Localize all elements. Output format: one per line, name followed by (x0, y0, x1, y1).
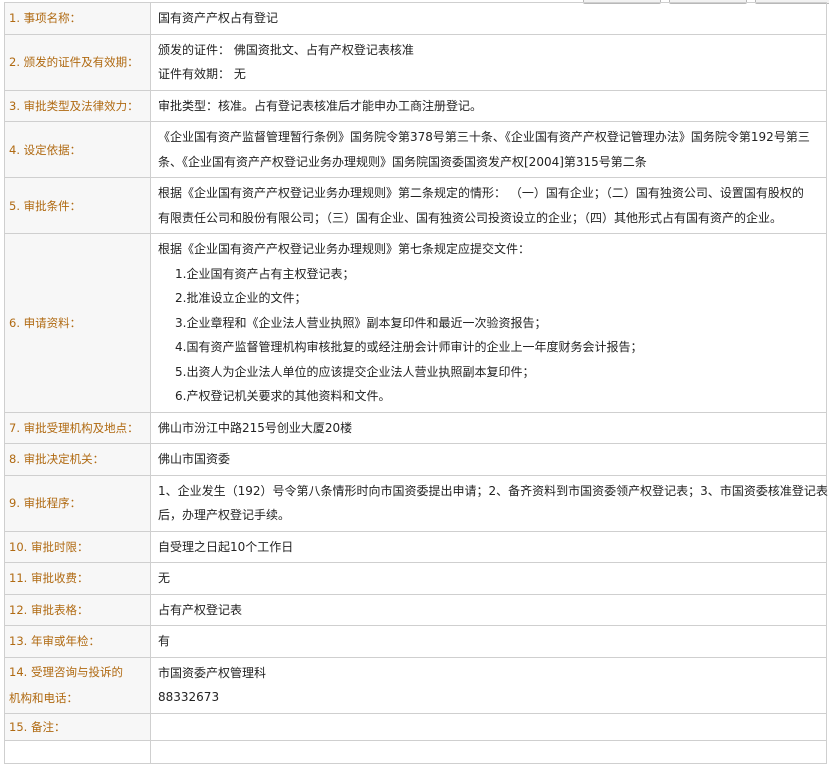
table-row: 15. 备注： (4, 712, 827, 741)
row-label: 10. 审批时限： (4, 530, 151, 563)
row-label: 5. 审批条件： (4, 177, 151, 234)
table-row: 12. 审批表格： 占有产权登记表 (4, 593, 827, 626)
row-label: 6. 申请资料： (4, 233, 151, 413)
document-item: 6.产权登记机关要求的其他资料和文件。 (175, 389, 391, 403)
table-row: 1. 事项名称： 国有资产产权占有登记 (4, 2, 827, 35)
document-item: 5.出资人为企业法人单位的应该提交企业法人营业执照副本复印件； (175, 364, 535, 379)
row-value (150, 712, 827, 741)
row-label: 9. 审批程序： (4, 474, 151, 532)
row-value: 占有产权登记表 (150, 593, 827, 626)
row-value: 有 (150, 625, 827, 658)
row-value: 自受理之日起10个工作日 (150, 530, 827, 563)
value-line: 自受理之日起10个工作日 (158, 539, 294, 554)
table-row: 8. 审批决定机关： 佛山市国资委 (4, 443, 827, 476)
table-row: 5. 审批条件： 根据《企业国有资产产权登记业务办理规则》第二条规定的情形： （… (4, 177, 827, 234)
value-line: 有 (158, 634, 171, 648)
document-item: 3.企业章程和《企业法人营业执照》副本复印件和最近一次验资报告； (175, 315, 547, 330)
row-value: 《企业国有资产监督管理暂行条例》国务院令第378号第三十条、《企业国有资产产权登… (150, 121, 827, 178)
value-line: 佛山市汾江中路215号创业大厦20楼 (158, 420, 353, 435)
row-label: 2. 颁发的证件及有效期： (4, 33, 151, 91)
row-label: 12. 审批表格： (4, 593, 151, 626)
empty-cell (4, 739, 151, 764)
table-row: 4. 设定依据： 《企业国有资产监督管理暂行条例》国务院令第378号第三十条、《… (4, 121, 827, 178)
label-line: 14. 受理咨询与投诉的 (9, 665, 123, 679)
table-row: 14. 受理咨询与投诉的 机构和电话： 市国资委产权管理科 88332673 (4, 656, 827, 714)
row-label: 14. 受理咨询与投诉的 机构和电话： (4, 656, 151, 714)
value-line: 国有资产产权占有登记 (158, 11, 279, 25)
table-row: 10. 审批时限： 自受理之日起10个工作日 (4, 530, 827, 563)
row-label: 11. 审批收费： (4, 562, 151, 595)
row-label: 3. 审批类型及法律效力： (4, 89, 151, 122)
value-line: 条、《企业国有资产产权登记业务办理规则》国务院国资委国资发产权[2004]第31… (158, 154, 647, 169)
row-value: 市国资委产权管理科 88332673 (150, 656, 827, 714)
row-label: 7. 审批受理机构及地点： (4, 411, 151, 444)
row-label: 4. 设定依据： (4, 121, 151, 178)
approval-info-table: 1. 事项名称： 国有资产产权占有登记 2. 颁发的证件及有效期： 颁发的证件：… (4, 2, 828, 764)
row-label: 1. 事项名称： (4, 2, 151, 35)
table-row: 6. 申请资料： 根据《企业国有资产产权登记业务办理规则》第七条规定应提交文件：… (4, 233, 827, 413)
row-value: 审批类型：核准。占有登记表核准后才能申办工商注册登记。 (150, 89, 827, 122)
value-line: 颁发的证件： 佛国资批文、占有产权登记表核准 (158, 42, 414, 57)
row-value: 根据《企业国有资产产权登记业务办理规则》第七条规定应提交文件： 1.企业国有资产… (150, 233, 827, 413)
document-item: 4.国有资产监督管理机构审核批复的或经注册会计师审计的企业上一年度财务会计报告； (175, 340, 643, 354)
row-label: 13. 年审或年检： (4, 625, 151, 658)
table-row: 3. 审批类型及法律效力： 审批类型：核准。占有登记表核准后才能申办工商注册登记… (4, 89, 827, 122)
table-row: 7. 审批受理机构及地点： 佛山市汾江中路215号创业大厦20楼 (4, 411, 827, 444)
row-value: 国有资产产权占有登记 (150, 2, 827, 35)
label-line: 机构和电话： (9, 691, 78, 705)
value-line: 审批类型：核准。占有登记表核准后才能申办工商注册登记。 (158, 98, 483, 113)
empty-cell (150, 739, 827, 764)
row-label: 8. 审批决定机关： (4, 443, 151, 476)
table-row: 9. 审批程序： 1、企业发生（192）号令第八条情形时向市国资委提出申请；2、… (4, 474, 828, 532)
value-line: 1、企业发生（192）号令第八条情形时向市国资委提出申请；2、备齐资料到市国资委… (158, 483, 828, 498)
value-line: 市国资委产权管理科 (158, 665, 267, 680)
table-row-empty (4, 739, 827, 764)
row-value: 1、企业发生（192）号令第八条情形时向市国资委提出申请；2、备齐资料到市国资委… (150, 474, 828, 532)
table-row: 13. 年审或年检： 有 (4, 625, 827, 658)
row-value: 佛山市汾江中路215号创业大厦20楼 (150, 411, 827, 444)
row-label: 15. 备注： (4, 712, 151, 741)
row-value: 颁发的证件： 佛国资批文、占有产权登记表核准 证件有效期： 无 (150, 33, 827, 91)
value-line: 佛山市国资委 (158, 452, 231, 466)
value-line: 占有产权登记表 (158, 602, 243, 617)
row-value: 佛山市国资委 (150, 443, 827, 476)
value-line: 《企业国有资产监督管理暂行条例》国务院令第378号第三十条、《企业国有资产产权登… (158, 130, 810, 144)
phone-number: 88332673 (158, 690, 220, 704)
value-line: 无 (158, 571, 171, 585)
row-value: 根据《企业国有资产产权登记业务办理规则》第二条规定的情形： （一）国有企业；（二… (150, 177, 827, 234)
table-row: 11. 审批收费： 无 (4, 562, 827, 595)
document-item: 2.批准设立企业的文件； (175, 291, 307, 305)
value-line: 根据《企业国有资产产权登记业务办理规则》第七条规定应提交文件： (158, 242, 531, 256)
value-line: 有限责任公司和股份有限公司；（三）国有企业、国有独资公司投资设立的企业；（四）其… (158, 210, 783, 225)
document-item: 1.企业国有资产占有主权登记表； (175, 266, 355, 281)
value-line: 根据《企业国有资产产权登记业务办理规则》第二条规定的情形： （一）国有企业；（二… (158, 186, 804, 200)
table-row: 2. 颁发的证件及有效期： 颁发的证件： 佛国资批文、占有产权登记表核准 证件有… (4, 33, 827, 91)
value-line: 证件有效期： 无 (158, 67, 246, 81)
row-value: 无 (150, 562, 827, 595)
value-line: 后，办理产权登记手续。 (158, 508, 291, 522)
